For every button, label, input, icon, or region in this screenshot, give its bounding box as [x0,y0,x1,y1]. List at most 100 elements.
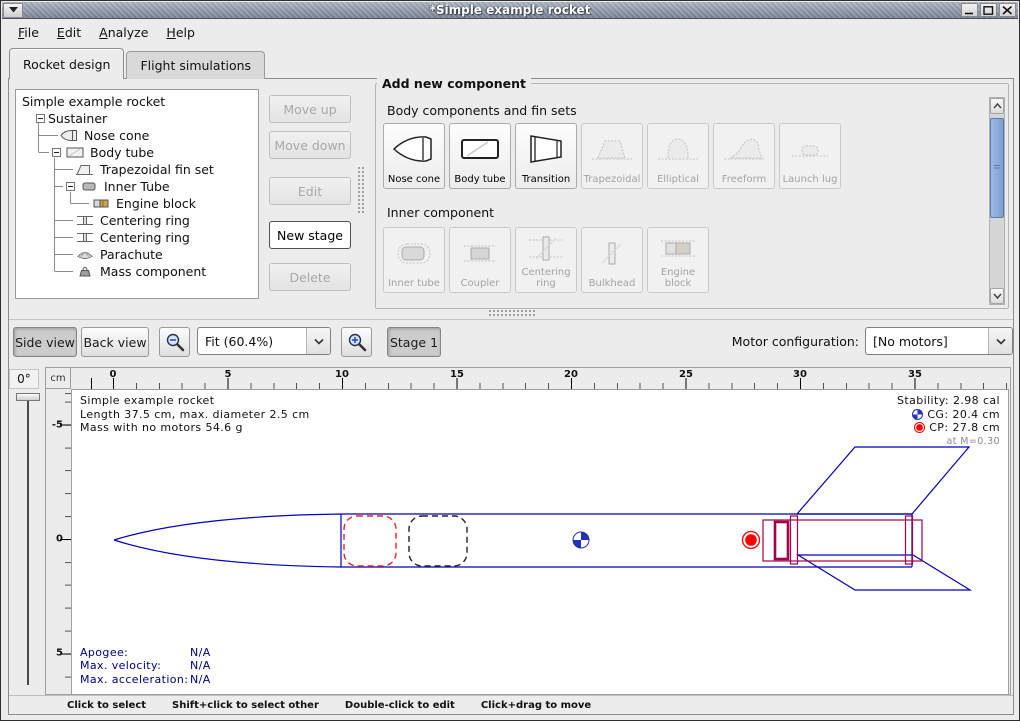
expander-icon[interactable] [52,148,61,157]
chevron-down-icon [996,338,1006,345]
tree-item-parachute[interactable]: Parachute [18,246,256,263]
component-button-body-tube[interactable]: Body tube [449,123,511,189]
rotation-slider-handle[interactable] [16,393,40,401]
engine-block-icon [92,197,110,210]
body-tube-icon [66,146,84,159]
magnifier-plus-icon [347,332,367,352]
menu-bar: File Edit Analyze Help [2,19,1018,45]
component-button-elliptical: Elliptical [647,123,709,189]
side-view-button[interactable]: Side view [13,327,77,357]
minimize-icon [964,6,975,15]
tree-item-mass-component[interactable]: Mass component [18,263,256,280]
horizontal-splitter-handle[interactable] [488,309,536,317]
zoom-level-combobox[interactable]: Fit (60.4%) [197,327,331,355]
chevron-up-icon [993,103,1002,109]
back-view-button[interactable]: Back view [81,327,149,357]
tab-flight-simulations[interactable]: Flight simulations [126,51,265,79]
inner-component-label: Inner component [387,205,494,220]
trapezoidal-fin-icon [590,124,634,174]
tree-item-inner-tube[interactable]: Inner Tube [18,178,256,195]
combo-arrow-button[interactable] [988,328,1012,354]
window-menu-button[interactable] [3,3,23,18]
menu-file[interactable]: File [10,22,47,43]
stability-info: Stability:2.98 cal CG:20.4 cm CP:27.8 cm… [897,394,1000,448]
component-button-nose-cone[interactable]: Nose cone [383,123,445,189]
zoom-out-button[interactable] [159,327,190,357]
component-tree[interactable]: Simple example rocket Sustainer Nose con… [15,89,259,299]
move-up-button: Move up [269,95,351,123]
tree-item-engine-block[interactable]: Engine block [18,195,256,212]
menu-edit[interactable]: Edit [49,22,89,43]
mach-note: at M=0.30 [897,435,1000,449]
cg-legend-icon [912,409,923,420]
combo-arrow-button[interactable] [306,328,330,354]
coupler-icon [458,228,502,278]
menu-analyze[interactable]: Analyze [91,22,156,43]
window-title: *Simple example rocket [2,3,1018,17]
component-button-freeform: Freeform [713,123,775,189]
motor-configuration-label: Motor configuration: [701,334,859,349]
title-bar[interactable]: *Simple example rocket [2,2,1018,19]
close-icon [1002,6,1013,15]
tab-strip: Rocket design Flight simulations [9,47,265,79]
zoom-level-value: Fit (60.4%) [198,334,306,349]
engine-block-icon [656,228,700,267]
trapezoidal-fin-icon [76,163,94,176]
tree-item-body-tube[interactable]: Body tube [18,144,256,161]
menu-help[interactable]: Help [158,22,203,43]
maximize-button[interactable] [980,3,997,17]
rocket-canvas[interactable]: Simple example rocket Length 37.5 cm, ma… [71,389,1009,695]
lower-fin [798,555,970,590]
scroll-up-button[interactable] [990,98,1004,114]
motor-configuration-combobox[interactable]: [No motors] [865,327,1013,355]
expander-icon[interactable] [66,182,75,191]
minimize-button[interactable] [961,3,978,17]
tree-item-sustainer[interactable]: Sustainer [18,110,256,127]
magnifier-minus-icon [165,332,185,352]
scroll-down-button[interactable] [990,288,1004,304]
centering-ring-icon [76,214,94,227]
centering-ring-icon [524,228,568,267]
delete-button: Delete [269,263,351,291]
component-button-launch-lug: Launch lug [779,123,841,189]
tree-item-nose-cone[interactable]: Nose cone [18,127,256,144]
edit-button: Edit [269,177,351,205]
parachute-icon [76,248,94,261]
component-panel-scrollbar[interactable] [989,97,1005,305]
component-button-transition[interactable]: Transition [515,123,577,189]
vertical-ruler: -5 0 5 [46,389,71,695]
parachute-outline [344,516,396,566]
bulkhead-icon [590,228,634,278]
cp-legend-icon [914,422,925,433]
nose-cone-icon [60,129,78,142]
chevron-down-icon [993,293,1002,299]
tree-item-rocket-root[interactable]: Simple example rocket [18,93,256,110]
body-tube-icon [458,124,502,174]
ruler-ticks [71,378,1009,389]
cg-marker [573,532,589,548]
close-button[interactable] [999,3,1016,17]
scrollbar-thumb[interactable] [990,118,1004,218]
new-stage-button[interactable]: New stage [269,221,351,249]
elliptical-fin-icon [656,124,700,174]
move-down-button: Move down [269,131,351,159]
upper-fin [797,447,969,514]
ruler-unit-label: cm [46,368,71,389]
tab-rocket-design[interactable]: Rocket design [9,48,124,79]
window-menu-icon [9,7,18,13]
body-components-label: Body components and fin sets [387,103,577,118]
motor-configuration-value: [No motors] [866,334,988,349]
flight-data-summary: Apogee:N/A Max. velocity:N/A Max. accele… [80,646,211,687]
component-button-engine-block: Engine block [647,227,709,293]
vertical-splitter-handle[interactable] [357,166,365,214]
component-button-centering-ring: Centering ring [515,227,577,293]
stage-1-toggle[interactable]: Stage 1 [387,327,441,357]
zoom-in-button[interactable] [341,327,372,357]
app-window: *Simple example rocket File Edit Analyze… [0,0,1020,721]
tree-item-centering-ring-2[interactable]: Centering ring [18,229,256,246]
launch-lug-icon [788,124,832,174]
tree-item-trapezoidal-fin-set[interactable]: Trapezoidal fin set [18,161,256,178]
rotation-slider-track[interactable] [27,395,29,685]
expander-icon[interactable] [36,114,45,123]
tree-item-centering-ring-1[interactable]: Centering ring [18,212,256,229]
